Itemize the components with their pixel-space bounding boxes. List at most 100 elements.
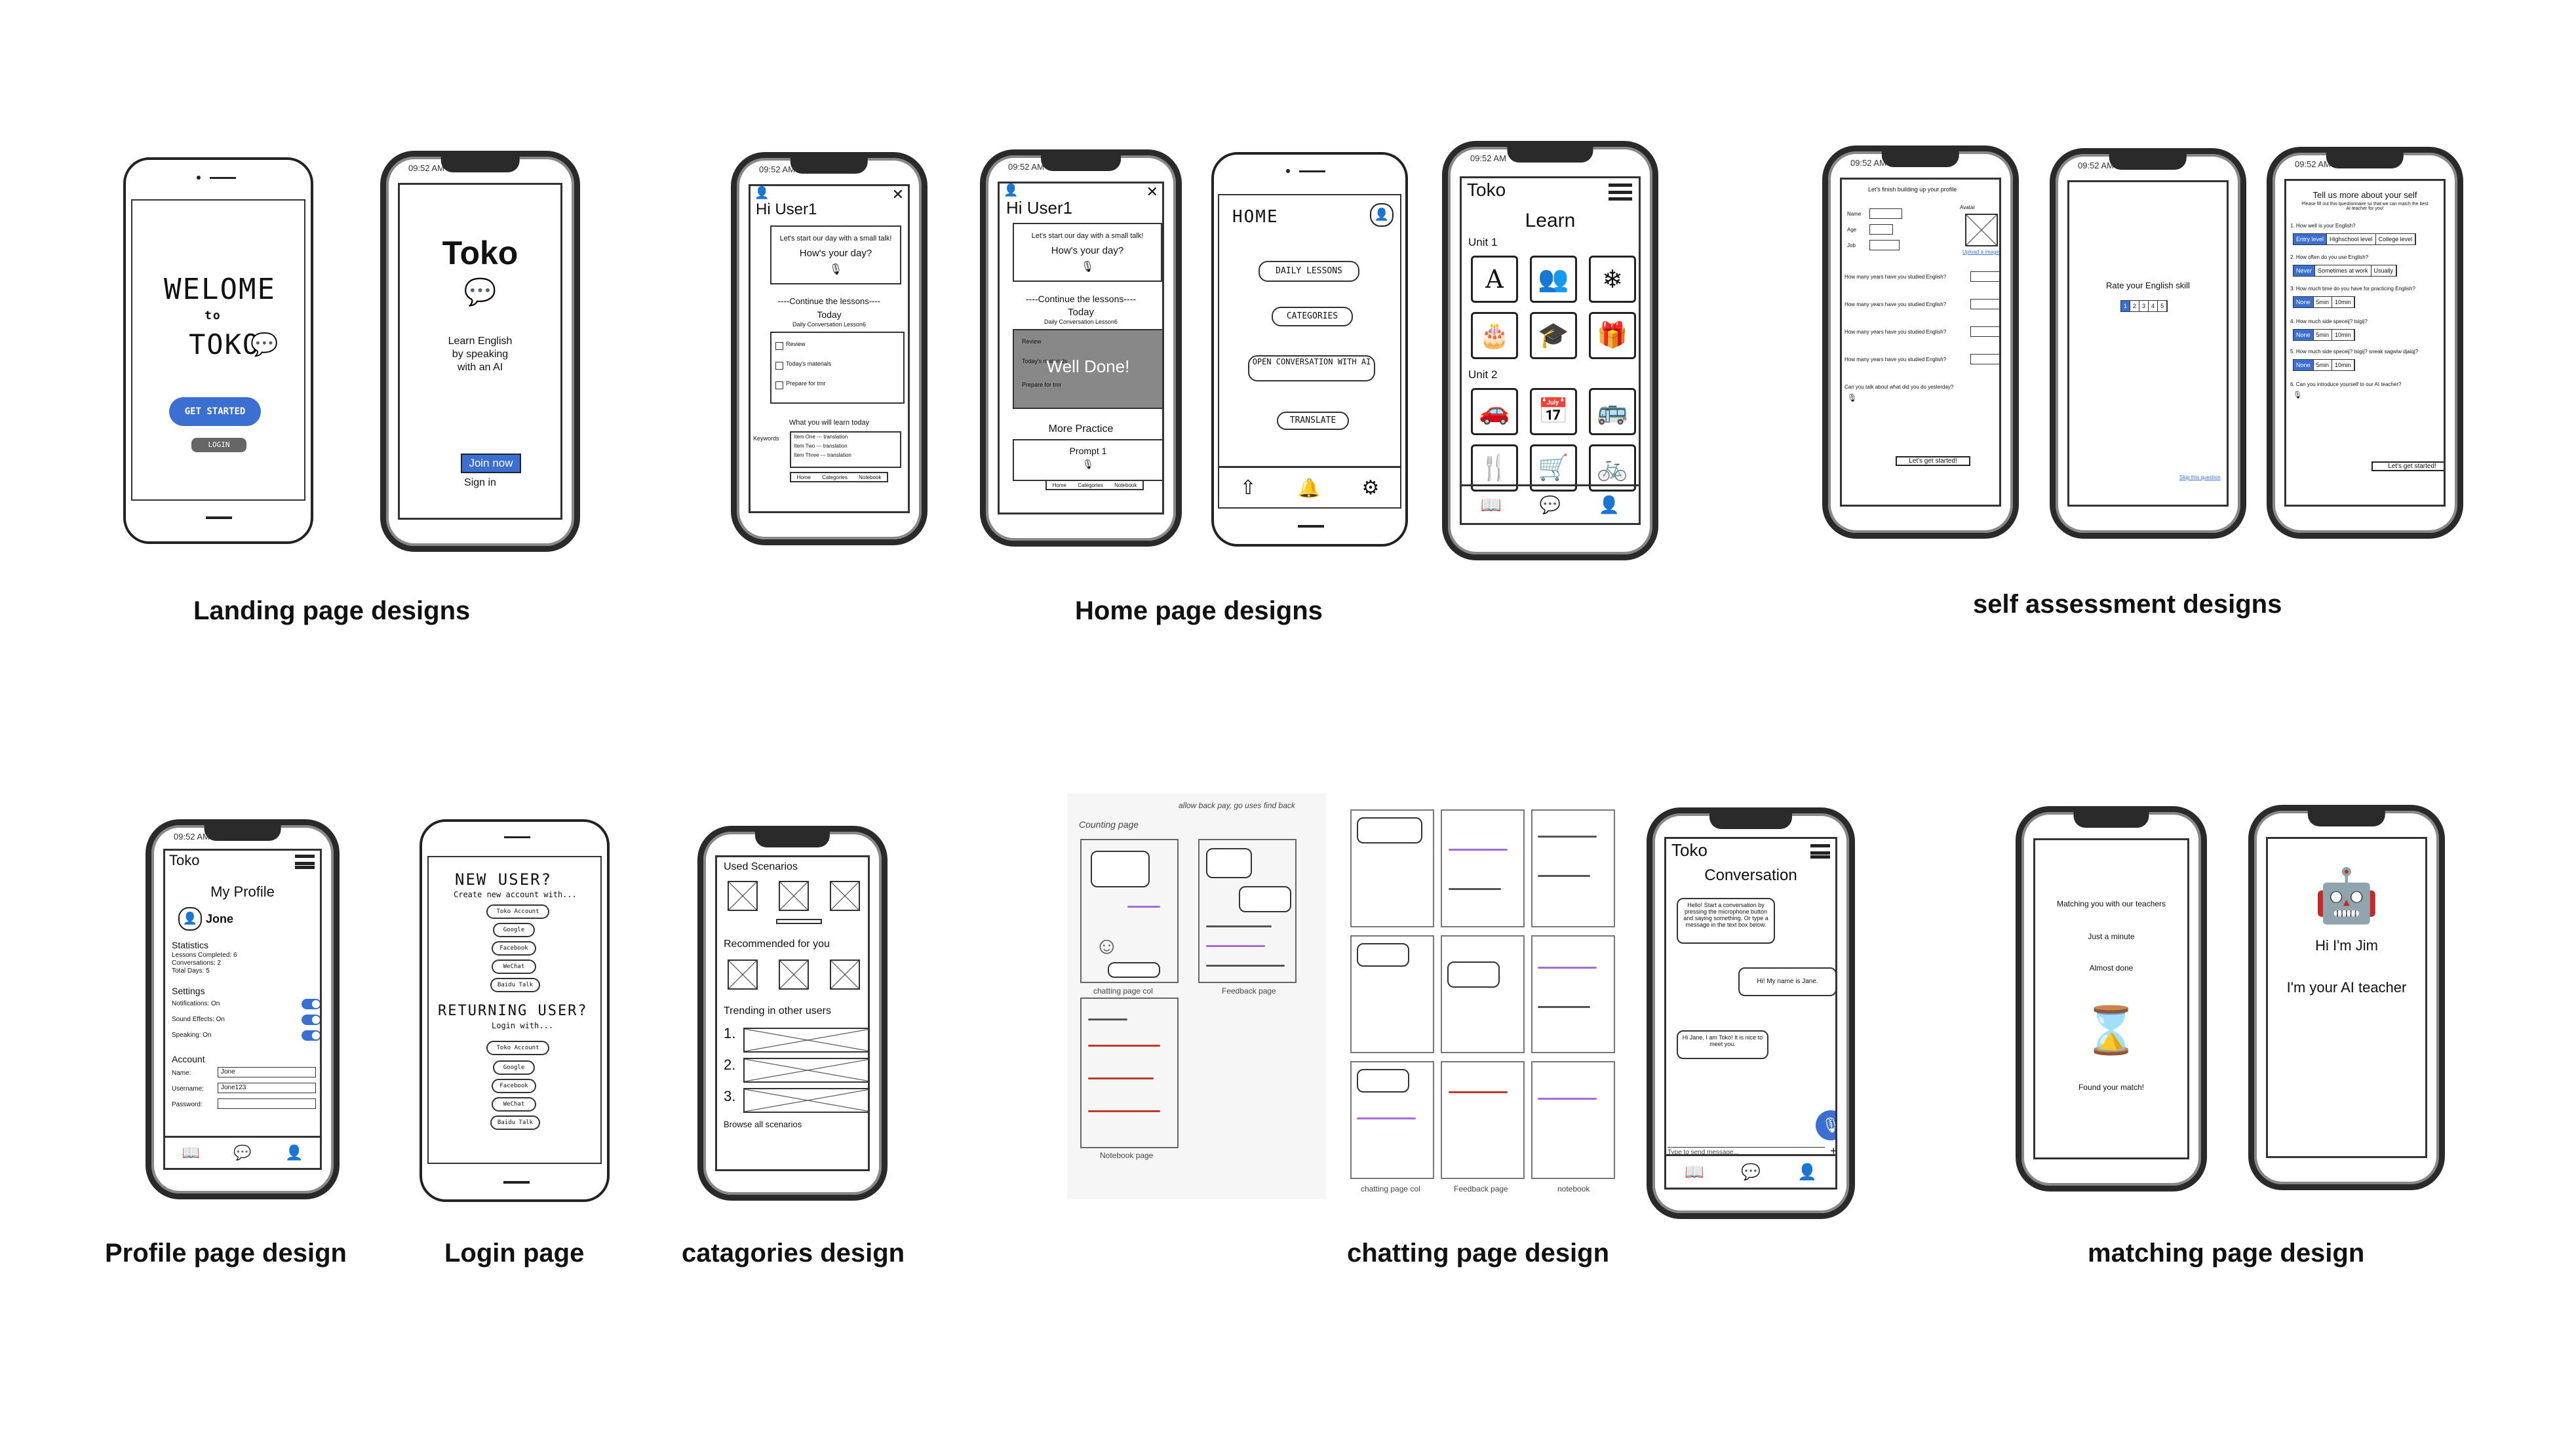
menu-daily-lessons[interactable]: DAILY LESSONS — [1259, 261, 1359, 282]
chat-icon[interactable]: 💬 — [1741, 1163, 1761, 1182]
book-icon[interactable]: 📖 — [1685, 1163, 1704, 1182]
bell-icon[interactable]: 🔔 — [1298, 477, 1321, 499]
trending-item[interactable] — [743, 1028, 868, 1053]
tools-icon[interactable]: ✕ — [892, 186, 904, 203]
get-started-button[interactable]: Let's get started! — [2371, 461, 2444, 471]
gift-icon[interactable]: 🎁 — [1589, 312, 1636, 359]
speaking-toggle[interactable] — [302, 1030, 320, 1041]
signup-toko-account[interactable]: Toko Account — [486, 904, 549, 919]
avatar-icon[interactable]: 👤 — [1004, 184, 1018, 197]
browse-all-link[interactable]: Browse all scenarios — [724, 1119, 802, 1129]
rating-scale[interactable]: 12345 — [2120, 300, 2168, 312]
chat-icon[interactable]: 💬 — [233, 1144, 251, 1161]
q3-options[interactable]: None 5min 10min — [2293, 296, 2355, 308]
menu-categories[interactable]: CATEGORIES — [1272, 307, 1353, 326]
bus-icon[interactable]: 🚌 — [1589, 388, 1636, 435]
menu-icon[interactable] — [1810, 844, 1830, 859]
tab-notebook[interactable]: Notebook — [1114, 482, 1137, 488]
menu-icon[interactable] — [1609, 184, 1632, 201]
scenario-thumb[interactable] — [779, 881, 809, 911]
mic-icon[interactable]: 🎙 — [771, 263, 900, 276]
login-toko-account[interactable]: Toko Account — [486, 1041, 549, 1055]
car-icon[interactable]: 🚗 — [1471, 388, 1518, 435]
task-checkbox[interactable] — [775, 362, 783, 370]
alphabet-icon[interactable]: A — [1471, 256, 1518, 303]
menu-translate[interactable]: TRANSLATE — [1277, 412, 1349, 430]
login-baidu-talk[interactable]: Baidu Talk — [490, 1115, 540, 1130]
tab-categories[interactable]: Categories — [822, 475, 848, 480]
smalltalk-card[interactable]: Let's start our day with a small talk! H… — [770, 225, 901, 284]
years-select[interactable] — [1970, 326, 1999, 337]
signup-google[interactable]: Google — [493, 923, 535, 937]
signup-wechat[interactable]: WeChat — [492, 959, 536, 974]
q2-options[interactable]: Never Sometimes at work Usually — [2293, 265, 2398, 277]
job-field[interactable] — [1869, 240, 1900, 250]
task-checkbox[interactable] — [775, 342, 783, 350]
scenario-thumb[interactable] — [779, 959, 809, 990]
people-icon[interactable]: 👥 — [1530, 256, 1577, 303]
snowflake-icon[interactable]: ❄ — [1589, 256, 1636, 303]
join-now-button[interactable]: Join now — [461, 454, 521, 473]
person-icon[interactable]: 👤 — [1599, 495, 1620, 515]
scenario-thumb[interactable] — [830, 959, 860, 990]
prompt-card[interactable]: Prompt 1 🎙 — [1013, 439, 1162, 481]
trending-item[interactable] — [743, 1088, 868, 1113]
gear-icon[interactable]: ⚙ — [1362, 476, 1380, 499]
sign-in-link[interactable]: Sign in — [400, 477, 560, 489]
scrollbar[interactable] — [776, 919, 822, 924]
mic-icon[interactable]: 🎙 — [1014, 260, 1161, 273]
person-icon[interactable]: 👤 — [1797, 1163, 1817, 1182]
upload-link[interactable]: Upload a image — [1962, 249, 1999, 255]
book-icon[interactable]: 📖 — [1481, 495, 1502, 515]
book-icon[interactable]: 📖 — [182, 1144, 200, 1161]
signup-baidu-talk[interactable]: Baidu Talk — [490, 978, 540, 992]
username-field[interactable]: Jone123 — [218, 1083, 316, 1093]
menu-open-conversation[interactable]: OPEN CONVERSATION WITH AI — [1248, 355, 1375, 381]
password-field[interactable] — [218, 1098, 316, 1109]
login-google[interactable]: Google — [493, 1060, 535, 1075]
mic-icon[interactable]: 🎙 — [1847, 393, 1857, 402]
mic-button[interactable]: 🎙 — [1816, 1110, 1835, 1140]
login-button[interactable]: LOGIN — [191, 438, 246, 452]
profile-icon[interactable]: 👤 — [1370, 203, 1394, 227]
login-facebook[interactable]: Facebook — [492, 1079, 536, 1093]
signup-facebook[interactable]: Facebook — [492, 941, 536, 956]
trending-item[interactable] — [743, 1058, 868, 1083]
scenario-thumb[interactable] — [728, 959, 758, 990]
menu-icon[interactable] — [295, 855, 315, 869]
years-select[interactable] — [1970, 299, 1999, 309]
avatar-icon[interactable]: 👤 — [754, 186, 769, 200]
skip-link[interactable]: Skip this question — [2179, 475, 2221, 480]
age-field[interactable] — [1869, 224, 1893, 235]
cake-icon[interactable]: 🎂 — [1471, 312, 1518, 359]
calendar-icon[interactable]: 📅 — [1530, 388, 1577, 435]
person-icon[interactable]: 👤 — [285, 1144, 303, 1161]
q4-options[interactable]: None 5min 10min — [2293, 329, 2355, 341]
years-select[interactable] — [1970, 354, 1999, 364]
mic-icon[interactable]: 🎙 — [2293, 391, 2302, 399]
q5-options[interactable]: None 5min 10min — [2293, 359, 2355, 371]
tab-notebook[interactable]: Notebook — [859, 475, 881, 480]
scenario-thumb[interactable] — [728, 881, 758, 911]
tab-categories[interactable]: Categories — [1078, 482, 1103, 488]
task-checkbox[interactable] — [775, 381, 783, 389]
get-started-button[interactable]: Let's get started! — [1896, 456, 1970, 466]
name-field[interactable] — [1869, 208, 1902, 219]
mic-icon[interactable]: 🎙 — [1014, 459, 1162, 470]
graduation-icon[interactable]: 🎓 — [1530, 312, 1577, 359]
name-field[interactable]: Jone — [218, 1067, 316, 1077]
home-icon[interactable]: ⇧ — [1240, 476, 1257, 499]
chat-icon[interactable]: 💬 — [1540, 495, 1561, 515]
sound-toggle[interactable] — [302, 1015, 320, 1025]
get-started-button[interactable]: GET STARTED — [169, 397, 261, 426]
smalltalk-card[interactable]: Let's start our day with a small talk! H… — [1013, 223, 1162, 282]
login-wechat[interactable]: WeChat — [492, 1097, 536, 1112]
tools-icon[interactable]: ✕ — [1146, 184, 1158, 201]
tab-home[interactable]: Home — [1053, 482, 1066, 488]
years-select[interactable] — [1970, 271, 1999, 282]
q1-options[interactable]: Entry level Highschool level College level — [2293, 233, 2417, 245]
scenario-thumb[interactable] — [830, 881, 860, 911]
tab-home[interactable]: Home — [797, 475, 811, 480]
avatar-placeholder[interactable] — [1965, 214, 1998, 246]
notifications-toggle[interactable] — [302, 999, 320, 1009]
